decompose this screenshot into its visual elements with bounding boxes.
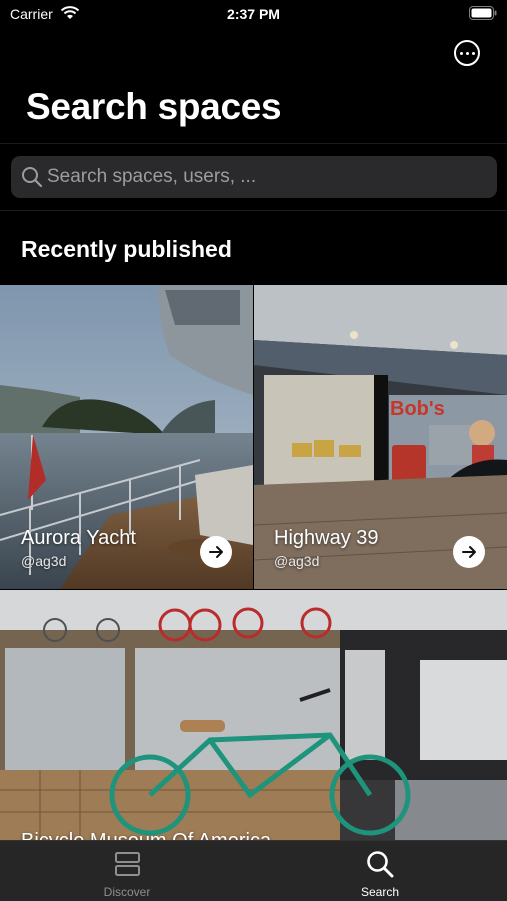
- ellipsis-dot: [465, 51, 469, 55]
- divider: [0, 210, 507, 211]
- space-name: Highway 39: [274, 527, 379, 549]
- arrow-right-icon: [209, 546, 223, 558]
- battery-icon: [469, 6, 497, 20]
- more-options-button[interactable]: [454, 40, 480, 66]
- tab-label: Search: [360, 885, 400, 899]
- search-icon: [22, 167, 43, 188]
- divider: [0, 143, 507, 144]
- open-space-button[interactable]: [200, 536, 232, 568]
- status-bar: Carrier 2:37 PM: [0, 0, 507, 30]
- search-input[interactable]: [47, 156, 487, 198]
- space-author[interactable]: @ag3d: [274, 553, 319, 569]
- arrow-right-icon: [462, 546, 476, 558]
- space-card-aurora-yacht[interactable]: Aurora Yacht @ag3d: [0, 285, 253, 589]
- search-icon: [367, 851, 394, 878]
- space-card-highway-39[interactable]: Bob's Highway 39 @ag3d: [254, 285, 507, 589]
- tab-bar: Discover Search: [0, 840, 507, 901]
- space-card-bicycle-museum[interactable]: Bicycle Museum Of America: [0, 590, 507, 840]
- space-name: Aurora Yacht: [21, 527, 136, 549]
- tab-discover[interactable]: Discover: [47, 841, 207, 901]
- section-title: Recently published: [21, 236, 232, 262]
- space-name: Bicycle Museum Of America: [21, 830, 271, 840]
- open-space-button[interactable]: [453, 536, 485, 568]
- space-author[interactable]: @ag3d: [21, 553, 66, 569]
- search-bar[interactable]: [11, 156, 497, 198]
- ellipsis-dot: [471, 51, 475, 55]
- ellipsis-icon: [459, 51, 463, 55]
- page-title: Search spaces: [26, 86, 282, 127]
- clock: 2:37 PM: [227, 6, 280, 22]
- space-thumbnail-image: [0, 590, 507, 840]
- discover-icon: [115, 852, 140, 876]
- tab-label: Discover: [103, 885, 151, 899]
- tab-search[interactable]: Search: [300, 841, 460, 901]
